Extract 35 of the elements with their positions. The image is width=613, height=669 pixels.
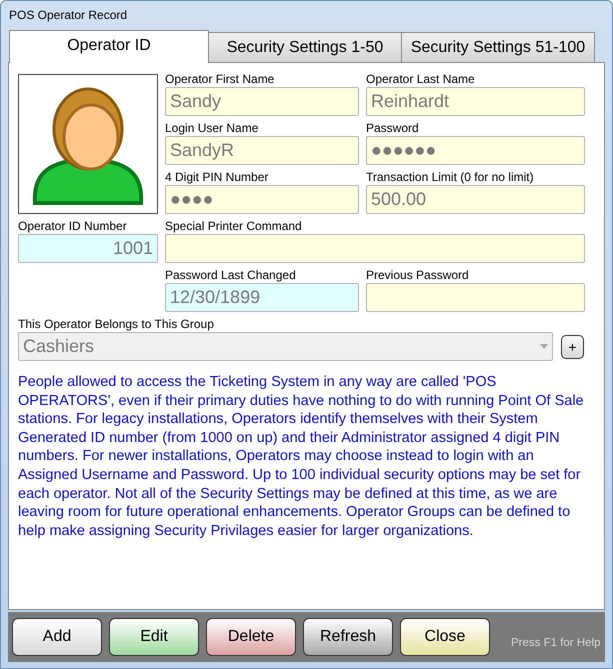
tab[interactable]: Security Settings 51-100	[401, 32, 595, 62]
field-label: Special Printer Command	[165, 218, 303, 234]
field-label: Password	[366, 120, 420, 136]
action-button[interactable]: Close	[400, 618, 490, 656]
dropdown-arrow-icon	[540, 344, 548, 349]
input-field[interactable]: Reinhardt	[366, 87, 585, 116]
action-button[interactable]: Delete	[206, 618, 296, 656]
input-field[interactable]: 12/30/1899	[165, 283, 359, 312]
input-field[interactable]: ●●●●	[165, 185, 359, 214]
input-field[interactable]: Sandy	[165, 87, 359, 116]
tab[interactable]: Security Settings 1-50	[208, 32, 402, 62]
field-label: Login User Name	[165, 120, 260, 136]
field-label: Operator ID Number	[18, 218, 128, 234]
field-label: 4 Digit PIN Number	[165, 169, 270, 185]
field-label: Transaction Limit (0 for no limit)	[366, 169, 535, 185]
input-field[interactable]: 1001	[18, 234, 158, 263]
input-field[interactable]	[366, 283, 585, 312]
action-button[interactable]: Refresh	[303, 618, 393, 656]
field-label: Operator First Name	[165, 71, 276, 87]
input-field[interactable]: SandyR	[165, 136, 359, 165]
description-text: People allowed to access the Ticketing System in any way are called 'POS OPERATORS', even if their primary duties have nothing to do with running Point Of Sale stations. For legacy installations, Operators identify themselves with their System Generated ID number (from 1000 on up) and their Administrator assigned 4 digit PIN numbers. For newer installations, Operators may choose instead to login with an Assigned Username and Password. Up to 100 individual security options may be set for each operator. Not all of the Security Settings may be defined at this time, as we are leaving room for future operational enhancements. Operator Groups can be defined to help make assigning Security Privilages easier for larger organizations.	[18, 373, 585, 540]
group-dropdown[interactable]: Cashiers	[18, 332, 553, 361]
input-field[interactable]	[165, 234, 585, 263]
field-label: Previous Password	[366, 267, 470, 283]
help-hint: Press F1 for Help	[511, 637, 600, 649]
window-title: POS Operator Record	[8, 7, 128, 24]
field-label: This Operator Belongs to This Group	[18, 316, 215, 332]
add-group-button[interactable]: +	[561, 334, 584, 358]
input-field[interactable]: 500.00	[366, 185, 585, 214]
field-label: Operator Last Name	[366, 71, 476, 87]
field-label: Password Last Changed	[165, 267, 297, 283]
action-button[interactable]: Edit	[109, 618, 199, 656]
action-button[interactable]: Add	[12, 618, 102, 656]
tab[interactable]: Operator ID	[9, 30, 209, 63]
input-field[interactable]: ●●●●●●	[366, 136, 585, 165]
